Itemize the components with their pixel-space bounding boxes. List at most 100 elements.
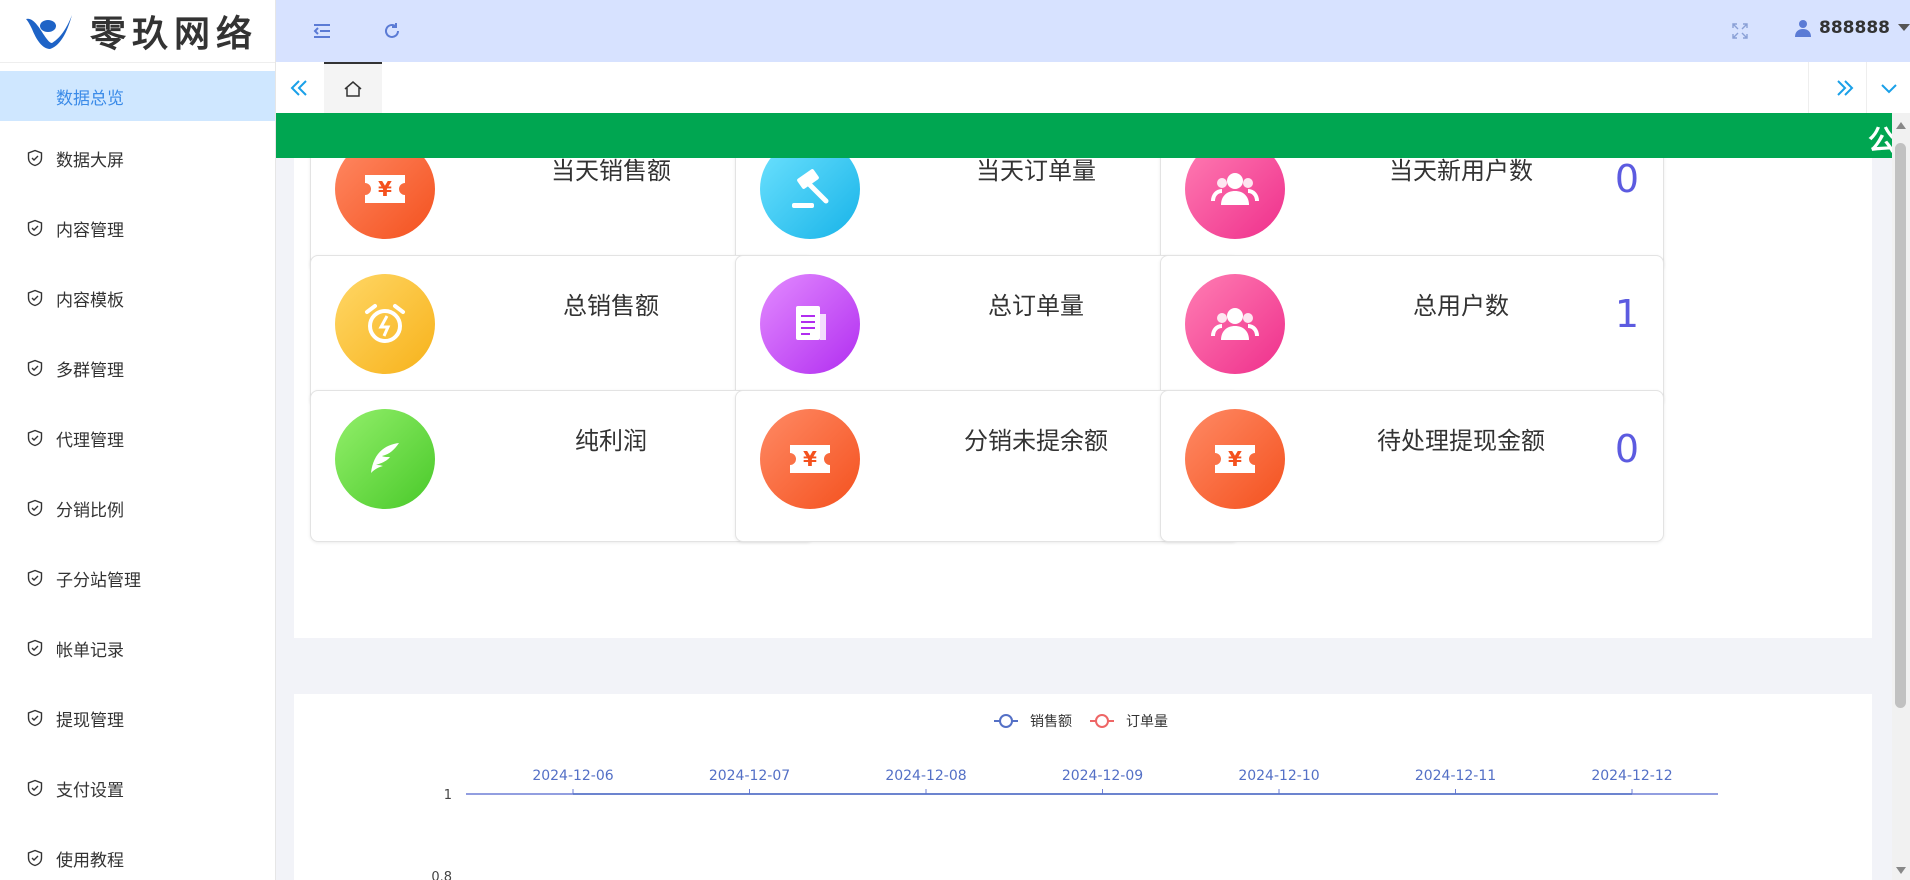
tabs-scroll-left-icon[interactable] [286,75,312,101]
alarm-clock-icon [335,274,435,374]
stat-card: ¥ 待处理提现金额 0 [1160,390,1664,542]
sidebar-item-label: 数据大屏 [56,150,124,171]
svg-text:¥: ¥ [803,447,817,471]
shield-check-icon [26,779,44,797]
notice-bar: 公 [276,113,1892,158]
stat-card: 总用户数 1 [1160,255,1664,407]
stat-value: 0 [1614,158,1639,201]
tabs-scroll-right-icon[interactable] [1832,75,1858,101]
stat-label: 当天订单量 [976,158,1096,185]
x-tick-label: 2024-12-10 [1238,768,1319,784]
gavel-icon [760,158,860,239]
stat-value: 1 [1614,292,1639,336]
sidebar-item-3[interactable]: 内容模板 [0,263,275,333]
sidebar-item-11[interactable]: 使用教程 [0,823,275,880]
ticket-yen-icon: ¥ [335,158,435,239]
users-icon [1185,158,1285,239]
sidebar-item-label: 使用教程 [56,850,124,871]
sidebar-item-label: 多群管理 [56,360,124,381]
sidebar-item-label: 代理管理 [56,430,124,451]
svg-text:¥: ¥ [1228,447,1242,471]
stat-label: 待处理提现金额 [1377,427,1545,455]
feather-icon [335,409,435,509]
username: 888888 [1819,18,1890,38]
stat-label: 总订单量 [988,292,1084,320]
legend-marker [1095,714,1109,728]
document-icon [760,274,860,374]
stat-label: 纯利润 [575,427,647,455]
ticket-yen-icon: ¥ [1185,409,1285,509]
sidebar-item-10[interactable]: 支付设置 [0,753,275,823]
shield-check-icon [26,359,44,377]
sidebar-item-label: 数据总览 [56,88,124,109]
stat-label: 总销售额 [563,292,659,320]
sidebar-item-0[interactable]: 数据总览 [0,71,275,121]
y-tick-label: 0.8 [431,870,452,880]
stats-panel: ¥当天销售额0当天订单量0当天新用户数0总销售额0总订单量0总用户数1纯利润0¥… [294,158,1872,638]
scroll-thumb[interactable] [1895,143,1906,708]
sidebar-item-label: 子分站管理 [56,570,141,591]
x-tick-label: 2024-12-06 [532,768,613,784]
main-content: ¥当天销售额0当天订单量0当天新用户数0总销售额0总订单量0总用户数1纯利润0¥… [276,158,1892,880]
notice-text: 公 [1867,124,1892,157]
x-tick-label: 2024-12-07 [709,768,790,784]
y-tick-label: 1 [444,788,452,803]
sidebar-item-label: 内容模板 [56,290,124,311]
sidebar-item-label: 帐单记录 [56,640,124,661]
sidebar-item-6[interactable]: 分销比例 [0,473,275,543]
legend-label: 订单量 [1126,714,1168,730]
stat-label: 总用户数 [1413,292,1509,320]
sidebar-item-5[interactable]: 代理管理 [0,403,275,473]
shield-check-icon [26,219,44,237]
sidebar-item-1[interactable]: 数据大屏 [0,123,275,193]
brand-name: 零玖网络 [90,13,259,55]
x-tick-label: 2024-12-11 [1415,768,1496,784]
sidebar: 零玖网络 数据总览数据大屏内容管理内容模板多群管理代理管理分销比例子分站管理帐单… [0,0,276,880]
sidebar-item-label: 提现管理 [56,710,124,731]
chart-panel: 销售额 订单量 2024-12-06 2024-12-07 2024-12-08 2024… [294,694,1872,880]
ticket-yen-icon: ¥ [760,409,860,509]
svg-text:¥: ¥ [378,177,392,201]
menu-fold-icon[interactable] [310,19,334,43]
sidebar-item-label: 支付设置 [56,780,124,801]
sidebar-menu: 数据总览数据大屏内容管理内容模板多群管理代理管理分销比例子分站管理帐单记录提现管… [0,71,275,880]
x-tick-label: 2024-12-12 [1591,768,1672,784]
shield-check-icon [26,499,44,517]
stat-label: 分销未提余额 [964,427,1108,455]
sidebar-item-8[interactable]: 帐单记录 [0,613,275,683]
shield-check-icon [26,149,44,167]
legend-marker [999,714,1013,728]
stat-label: 当天新用户数 [1389,158,1533,185]
legend-label: 销售额 [1030,714,1072,730]
sidebar-item-label: 内容管理 [56,220,124,241]
top-header: 888888 [276,0,1910,62]
logo: 零玖网络 [0,0,275,63]
refresh-icon[interactable] [380,19,404,43]
sidebar-item-2[interactable]: 内容管理 [0,193,275,263]
tabs-bar [276,62,1910,115]
shield-check-icon [26,289,44,307]
shield-check-icon [26,429,44,447]
scroll-down-icon[interactable] [1896,867,1906,874]
user-menu[interactable]: 888888 [1795,18,1910,38]
sidebar-item-9[interactable]: 提现管理 [0,683,275,753]
logo-icon [26,15,72,49]
user-icon [1795,20,1812,37]
tabs-dropdown-icon[interactable] [1876,75,1902,101]
sidebar-item-4[interactable]: 多群管理 [0,333,275,403]
home-icon [344,81,362,97]
shield-check-icon [26,569,44,587]
sales-orders-chart: 销售额 订单量 2024-12-06 2024-12-07 2024-12-08 2024… [431,714,1718,880]
fullscreen-icon[interactable] [1728,19,1752,43]
tab-home[interactable] [324,62,382,114]
sidebar-item-7[interactable]: 子分站管理 [0,543,275,613]
stat-value: 0 [1614,427,1639,471]
caret-down-icon [1898,24,1910,31]
scroll-up-icon[interactable] [1896,122,1906,129]
shield-check-icon [26,849,44,867]
sidebar-item-label: 分销比例 [56,500,124,521]
x-tick-label: 2024-12-09 [1062,768,1143,784]
shield-check-icon [26,709,44,727]
scrollbar[interactable] [1892,113,1910,880]
x-tick-label: 2024-12-08 [885,768,966,784]
